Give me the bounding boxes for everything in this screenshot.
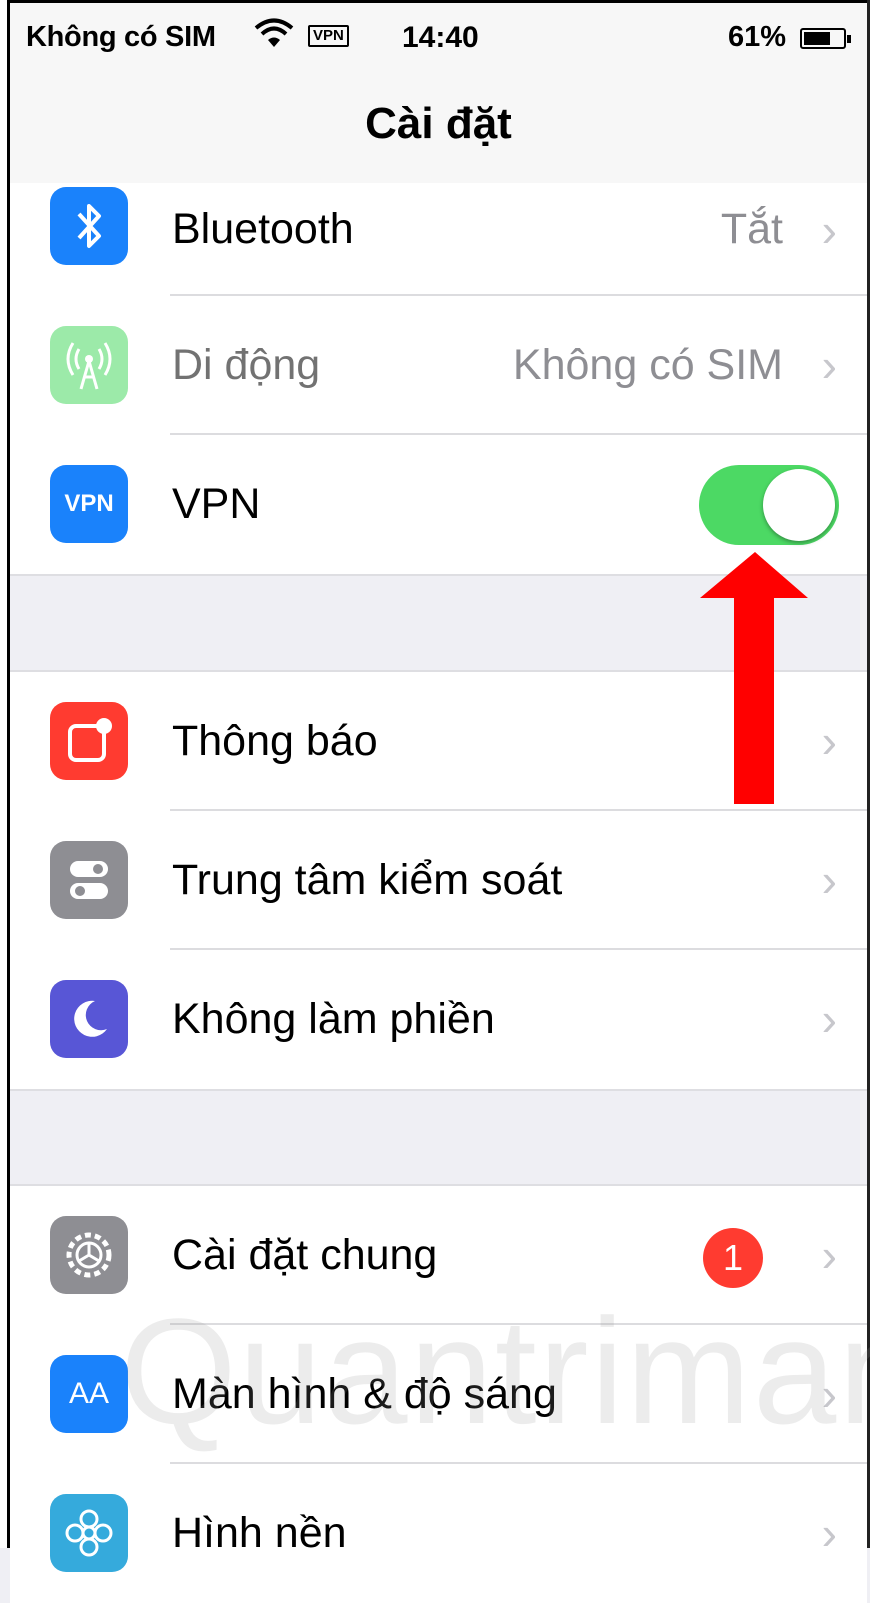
chevron-right-icon: › xyxy=(821,339,837,391)
chevron-right-icon: › xyxy=(821,1507,837,1559)
settings-row-label: Bluetooth xyxy=(172,205,354,253)
wallpaper-flower-icon xyxy=(50,1494,128,1572)
settings-row-control-center[interactable]: Trung tâm kiểm soát › xyxy=(10,811,867,950)
settings-row-cellular[interactable]: Di động Không có SIM › xyxy=(10,296,867,435)
navigation-bar: Cài đặt xyxy=(10,73,867,185)
settings-row-label: Trung tâm kiểm soát xyxy=(172,856,563,904)
control-center-icon xyxy=(50,841,128,919)
settings-group-connectivity: Bluetooth Tắt › Di động Không có SIM › V… xyxy=(10,183,867,576)
carrier-label: Không có SIM xyxy=(26,21,216,53)
chevron-right-icon: › xyxy=(821,1229,837,1281)
settings-row-label: Hình nền xyxy=(172,1509,347,1557)
settings-row-label: VPN xyxy=(172,480,261,528)
toggle-knob xyxy=(763,469,835,541)
settings-row-bluetooth[interactable]: Bluetooth Tắt › xyxy=(10,183,867,296)
battery-icon xyxy=(800,28,851,49)
settings-row-label: Không làm phiền xyxy=(172,995,495,1043)
clock-time: 14:40 xyxy=(402,21,479,54)
chevron-right-icon: › xyxy=(821,854,837,906)
settings-row-wallpaper[interactable]: Hình nền › xyxy=(10,1464,867,1603)
settings-row-do-not-disturb[interactable]: Không làm phiền › xyxy=(10,950,867,1089)
battery-percent: 61% xyxy=(728,21,787,53)
display-brightness-icon: AA xyxy=(50,1355,128,1433)
frame-left-border xyxy=(0,0,10,1548)
watermark-logo: Quantrimang xyxy=(120,1287,870,1455)
cellular-antenna-icon xyxy=(50,326,128,404)
settings-row-value: Tắt xyxy=(720,205,783,253)
chevron-right-icon: › xyxy=(821,993,837,1045)
settings-row-label: Di động xyxy=(172,341,321,389)
moon-icon xyxy=(50,980,128,1058)
notifications-icon xyxy=(50,702,128,780)
vpn-icon: VPN xyxy=(50,465,128,543)
notification-badge: 1 xyxy=(703,1228,763,1288)
gear-icon xyxy=(50,1216,128,1294)
vpn-status-badge: VPN xyxy=(308,25,349,47)
page-title: Cài đặt xyxy=(365,99,512,148)
settings-row-value: Không có SIM xyxy=(512,341,783,389)
settings-row-label: Cài đặt chung xyxy=(172,1231,438,1279)
settings-row-label: Thông báo xyxy=(172,717,378,765)
vpn-toggle-switch[interactable] xyxy=(699,465,839,545)
status-bar: Không có SIM VPN 14:40 61% xyxy=(10,3,867,73)
bluetooth-icon xyxy=(50,187,128,265)
red-annotation-arrow xyxy=(700,552,808,804)
wifi-icon xyxy=(254,17,294,59)
chevron-right-icon: › xyxy=(821,204,837,256)
chevron-right-icon: › xyxy=(821,715,837,767)
